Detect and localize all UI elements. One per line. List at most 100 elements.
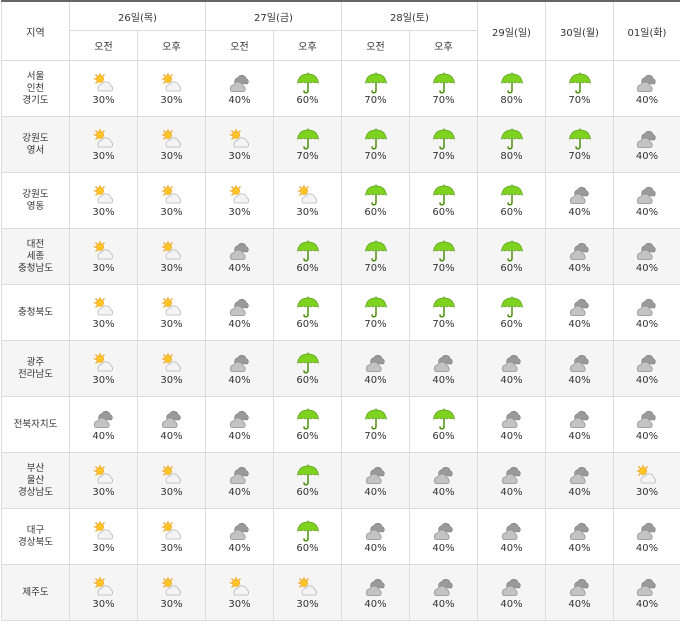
- forecast-cell: 60%: [477, 284, 546, 341]
- forecast-cell: 40%: [613, 508, 680, 565]
- precip-probability: 40%: [500, 598, 523, 610]
- region-name-line: 강원도: [22, 188, 49, 200]
- precip-probability: 40%: [92, 430, 115, 442]
- umbrella-rain-icon: [567, 71, 593, 95]
- region-name-line: 인천: [26, 82, 45, 94]
- precip-probability: 70%: [432, 262, 455, 274]
- forecast-cell: 30%: [69, 172, 138, 229]
- precip-probability: 30%: [160, 262, 183, 274]
- precip-probability: 30%: [160, 318, 183, 330]
- region-name-line: 광주: [26, 356, 45, 368]
- region-header: 지역: [1, 0, 70, 61]
- precip-probability: 40%: [635, 150, 659, 162]
- umbrella-rain-icon: [431, 71, 457, 95]
- forecast-cell: 60%: [273, 508, 342, 565]
- table-row: 강원도 영서 30% 30% 30% 70% 70% 70% 80% 70% 40%: [1, 116, 680, 173]
- precip-probability: 30%: [92, 486, 115, 498]
- forecast-cell: 30%: [69, 452, 138, 509]
- precip-probability: 40%: [635, 94, 659, 106]
- region-cell: 대전 세종 충청남도: [1, 228, 70, 285]
- precip-probability: 40%: [228, 374, 251, 386]
- forecast-cell: 40%: [205, 340, 274, 397]
- umbrella-rain-icon: [431, 295, 457, 319]
- precip-probability: 40%: [568, 598, 591, 610]
- precip-probability: 30%: [92, 94, 115, 106]
- precip-probability: 70%: [432, 94, 455, 106]
- precip-probability: 40%: [635, 318, 659, 330]
- region-name-line: 전북자치도: [13, 418, 58, 430]
- forecast-cell: 30%: [137, 116, 206, 173]
- precip-probability: 40%: [635, 430, 659, 442]
- precip-probability: 60%: [364, 206, 387, 218]
- forecast-cell: 70%: [409, 228, 478, 285]
- forecast-cell: 40%: [477, 452, 546, 509]
- region-name-line: 전라남도: [18, 368, 53, 380]
- cloudy-icon: [227, 407, 253, 431]
- precip-probability: 40%: [635, 262, 659, 274]
- region-cell: 충청북도: [1, 284, 70, 341]
- region-cell: 부산 울산 경상남도: [1, 452, 70, 509]
- day-header: 28일(토): [341, 0, 478, 31]
- precip-probability: 30%: [92, 598, 115, 610]
- forecast-cell: 30%: [69, 564, 138, 621]
- partly-cloudy-icon: [159, 463, 185, 487]
- precip-probability: 60%: [296, 430, 319, 442]
- precip-probability: 30%: [92, 374, 115, 386]
- precip-probability: 30%: [160, 206, 183, 218]
- precip-probability: 40%: [364, 542, 387, 554]
- forecast-cell: 40%: [341, 564, 410, 621]
- cloudy-icon: [634, 71, 660, 95]
- partly-cloudy-icon: [159, 183, 185, 207]
- forecast-cell: 40%: [409, 564, 478, 621]
- precip-probability: 40%: [432, 486, 455, 498]
- region-name-line: 경상북도: [18, 536, 53, 548]
- umbrella-rain-icon: [363, 183, 389, 207]
- umbrella-rain-icon: [295, 519, 321, 543]
- partly-cloudy-icon: [159, 575, 185, 599]
- precip-probability: 60%: [500, 318, 523, 330]
- precip-probability: 40%: [364, 374, 387, 386]
- partly-cloudy-icon: [91, 575, 117, 599]
- precip-probability: 30%: [160, 94, 183, 106]
- forecast-cell: 40%: [137, 396, 206, 453]
- forecast-cell: 40%: [613, 564, 680, 621]
- table-row: 강원도 영동 30% 30% 30% 30% 60% 60% 60% 40% 40%: [1, 172, 680, 229]
- forecast-cell: 30%: [137, 564, 206, 621]
- cloudy-icon: [499, 575, 525, 599]
- partly-cloudy-icon: [91, 127, 117, 151]
- umbrella-rain-icon: [499, 183, 525, 207]
- partly-cloudy-icon: [159, 519, 185, 543]
- forecast-cell: 70%: [341, 116, 410, 173]
- forecast-cell: 70%: [341, 60, 410, 117]
- forecast-cell: 40%: [613, 340, 680, 397]
- forecast-cell: 40%: [205, 284, 274, 341]
- region-name-line: 강원도: [22, 132, 49, 144]
- table-row: 대전 세종 충청남도 30% 30% 40% 60% 70% 70% 60% 40% 40%: [1, 228, 680, 285]
- cloudy-icon: [91, 407, 117, 431]
- table-row: 서울 인천 경기도 30% 30% 40% 60% 70% 70% 80% 70% 40%: [1, 60, 680, 117]
- forecast-cell: 40%: [613, 60, 680, 117]
- forecast-cell: 40%: [545, 340, 614, 397]
- cloudy-icon: [159, 407, 185, 431]
- precip-probability: 40%: [228, 262, 251, 274]
- umbrella-rain-icon: [363, 71, 389, 95]
- cloudy-icon: [567, 351, 593, 375]
- table-row: 충청북도 30% 30% 40% 60% 70% 70% 60% 40% 40%: [1, 284, 680, 341]
- umbrella-rain-icon: [567, 127, 593, 151]
- precip-probability: 70%: [364, 150, 387, 162]
- region-name-line: 부산: [26, 462, 45, 474]
- precip-probability: 60%: [500, 206, 523, 218]
- day-header: 01일(화): [613, 0, 680, 61]
- partly-cloudy-icon: [159, 295, 185, 319]
- precip-probability: 40%: [228, 486, 251, 498]
- partly-cloudy-icon: [159, 71, 185, 95]
- forecast-cell: 30%: [137, 508, 206, 565]
- precip-probability: 40%: [568, 486, 591, 498]
- forecast-cell: 40%: [477, 396, 546, 453]
- forecast-cell: 60%: [409, 396, 478, 453]
- forecast-cell: 30%: [137, 284, 206, 341]
- partly-cloudy-icon: [295, 183, 321, 207]
- forecast-cell: 40%: [69, 396, 138, 453]
- region-name-line: 충청남도: [18, 262, 53, 274]
- forecast-cell: 40%: [477, 340, 546, 397]
